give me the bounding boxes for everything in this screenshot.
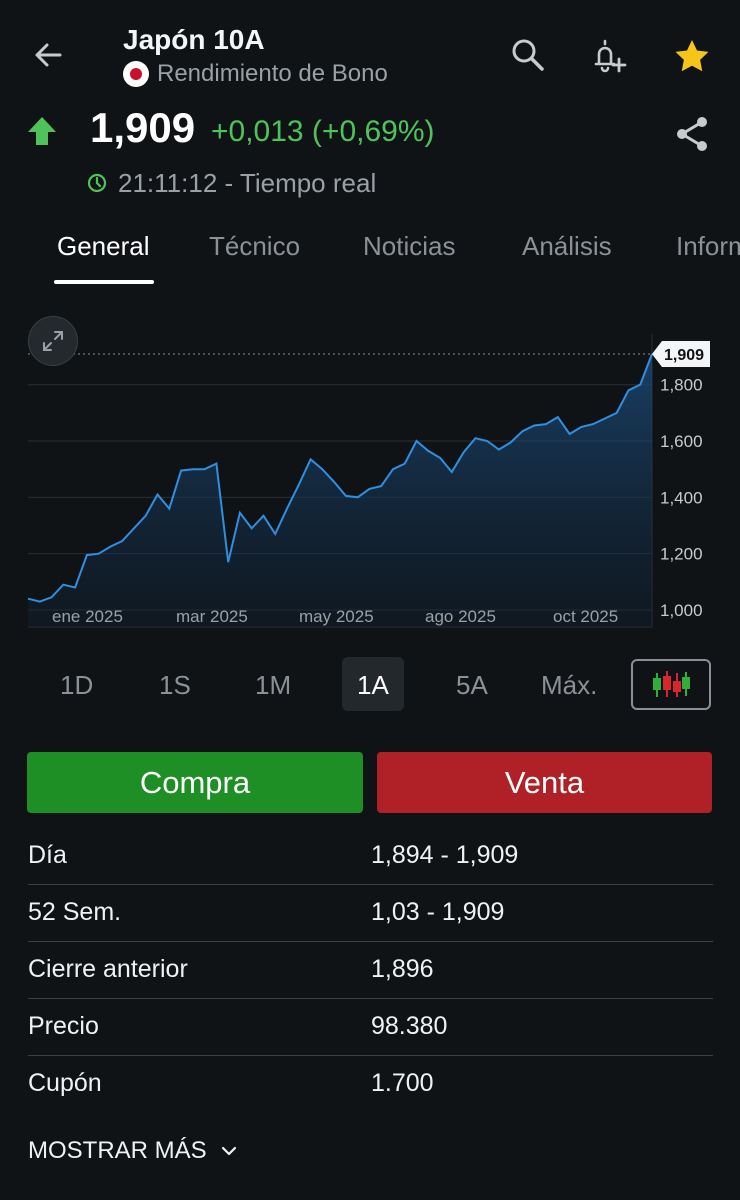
- y-tick-label: 1,000: [660, 601, 703, 620]
- x-tick-label: may 2025: [299, 607, 374, 626]
- x-tick-label: ago 2025: [425, 607, 496, 626]
- stat-value: 1.700: [371, 1069, 434, 1097]
- share-icon[interactable]: [675, 115, 709, 153]
- tab-noticias[interactable]: Noticias: [363, 231, 455, 262]
- stat-label: Cierre anterior: [28, 955, 188, 983]
- stat-row-52-week: 52 Sem. 1,03 - 1,909: [28, 884, 713, 942]
- y-tick-label: 1,200: [660, 545, 703, 564]
- subtitle-text: Rendimiento de Bono: [157, 60, 388, 87]
- flag-japan-icon: [123, 61, 149, 87]
- last-value-label: 1,909: [664, 347, 704, 364]
- stat-value: 98.380: [371, 1012, 448, 1040]
- show-more-button[interactable]: MOSTRAR MÁS: [28, 1137, 237, 1165]
- stat-value: 1,894 - 1,909: [371, 841, 519, 869]
- clock-icon: [87, 173, 107, 193]
- range-1m[interactable]: 1M: [255, 670, 291, 701]
- stat-label: Cupón: [28, 1069, 102, 1097]
- stat-row-previous-close: Cierre anterior 1,896: [28, 941, 713, 999]
- y-tick-label: 1,800: [660, 376, 703, 395]
- y-tick-label: 1,400: [660, 488, 703, 507]
- search-icon[interactable]: [511, 38, 545, 72]
- range-5a[interactable]: 5A: [456, 670, 488, 701]
- buy-button[interactable]: Compra: [27, 752, 363, 813]
- stat-row-coupon: Cupón 1.700: [28, 1055, 713, 1112]
- stat-value: 1,896: [371, 955, 434, 983]
- stat-label: Día: [28, 841, 67, 869]
- active-tab-indicator: [54, 280, 154, 284]
- instrument-title: Japón 10A: [123, 24, 265, 55]
- range-1d[interactable]: 1D: [60, 670, 93, 701]
- candlestick-icon: [653, 670, 690, 697]
- expand-chart-icon[interactable]: [28, 316, 78, 366]
- range-1a[interactable]: 1A: [357, 670, 389, 701]
- tab-tecnico[interactable]: Técnico: [209, 231, 300, 262]
- star-icon[interactable]: [674, 39, 710, 73]
- sell-button[interactable]: Venta: [377, 752, 712, 813]
- stat-row-day: Día 1,894 - 1,909: [28, 827, 713, 885]
- price-chart[interactable]: 1,800 1,600 1,400 1,200 1,000 ene 2025 mar 20…: [0, 300, 740, 640]
- price-change: +0,013 (+0,69%): [211, 115, 435, 148]
- stat-value: 1,03 - 1,909: [371, 898, 505, 926]
- tab-general[interactable]: General: [57, 231, 150, 262]
- add-alert-icon[interactable]: [590, 37, 628, 75]
- range-max[interactable]: Máx.: [541, 670, 597, 701]
- range-1s[interactable]: 1S: [159, 670, 191, 701]
- stat-label: 52 Sem.: [28, 898, 122, 926]
- chevron-down-icon: [221, 1146, 236, 1156]
- chart-area-fill: [28, 354, 652, 627]
- current-price: 1,909: [90, 104, 196, 151]
- stat-row-price: Precio 98.380: [28, 998, 713, 1056]
- stat-label: Precio: [28, 1012, 99, 1040]
- quote-time: 21:11:12 - Tiempo real: [118, 168, 377, 198]
- up-arrow-icon: [26, 115, 58, 147]
- back-arrow-icon[interactable]: [33, 40, 63, 70]
- x-tick-label: ene 2025: [52, 607, 123, 626]
- tab-analisis[interactable]: Análisis: [522, 231, 612, 262]
- show-more-label: MOSTRAR MÁS: [28, 1137, 207, 1164]
- y-tick-label: 1,600: [660, 432, 703, 451]
- x-tick-label: mar 2025: [176, 607, 248, 626]
- x-tick-label: oct 2025: [553, 607, 618, 626]
- candlestick-toggle-button[interactable]: [631, 659, 711, 710]
- instrument-subtitle: Rendimiento de Bono: [123, 60, 388, 88]
- tab-informe[interactable]: Informe: [676, 231, 740, 262]
